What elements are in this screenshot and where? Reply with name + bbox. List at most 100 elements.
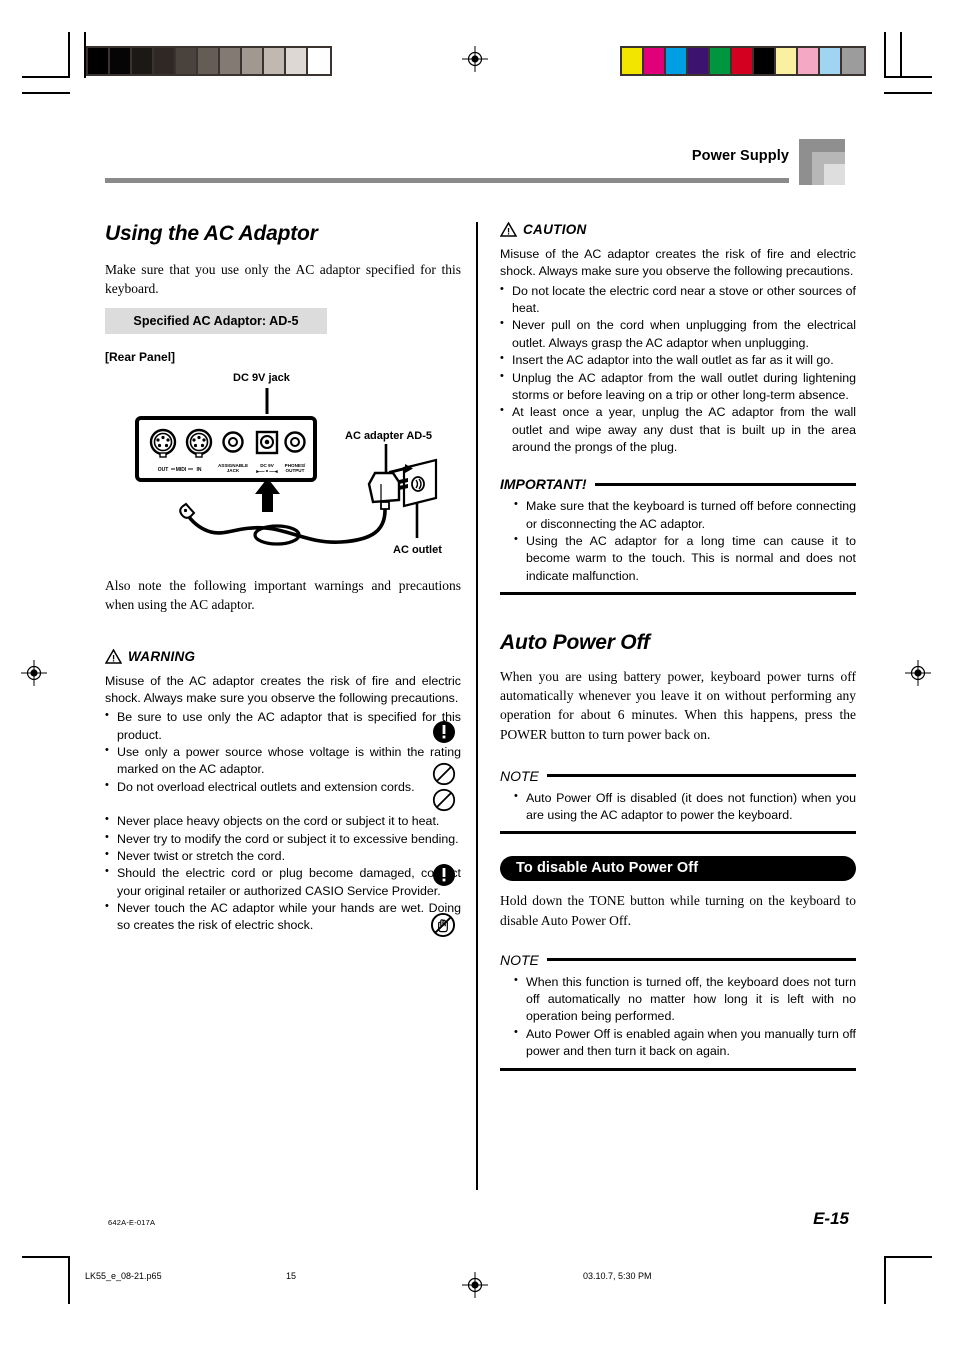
registration-mark-right xyxy=(905,660,931,686)
header-decoration xyxy=(799,139,845,185)
svg-text:OUT: OUT xyxy=(158,467,169,473)
note-rule xyxy=(546,774,856,778)
list-item: When this function is turned off, the ke… xyxy=(514,973,856,1026)
registration-mark-bottom xyxy=(462,1272,488,1298)
list-item: Use only a power source whose voltage is… xyxy=(105,743,461,779)
registration-mark-left xyxy=(21,660,47,686)
color-swatch xyxy=(110,48,132,74)
note-heading-1: NOTE xyxy=(500,768,856,784)
color-swatch xyxy=(220,48,242,74)
left-column: Using the AC Adaptor Make sure that you … xyxy=(105,222,461,935)
color-swatch xyxy=(710,48,732,74)
color-swatch xyxy=(732,48,754,74)
note-label: NOTE xyxy=(500,767,539,784)
list-item: Never try to modify the cord or subject … xyxy=(105,829,461,848)
auto-power-off-body: When you are using battery power, keyboa… xyxy=(500,669,856,742)
important-list: Make sure that the keyboard is turned of… xyxy=(500,497,856,585)
important-rule xyxy=(594,482,856,486)
list-item: Never touch the AC adaptor while your ha… xyxy=(105,899,461,935)
note-label: NOTE xyxy=(500,951,539,968)
crop-mark-top-right-h2 xyxy=(884,92,932,94)
disable-body: Hold down the TONE button while turning … xyxy=(500,893,856,928)
section-title-auto-power-off: Auto Power Off xyxy=(500,631,650,655)
list-item: Make sure that the keyboard is turned of… xyxy=(514,497,856,533)
caution-list: Do not locate the electric cord near a s… xyxy=(500,282,856,457)
prohibition-icon xyxy=(432,762,456,786)
column-divider xyxy=(476,222,478,1190)
crop-mark-bottom-right-v xyxy=(884,1258,886,1304)
color-swatch xyxy=(88,48,110,74)
crop-mark-top-right-v2 xyxy=(900,32,902,78)
list-item: Do not overload electrical outlets and e… xyxy=(105,778,461,796)
svg-text:DC 9V: DC 9V xyxy=(260,463,274,468)
mandatory-action-icon xyxy=(432,863,456,887)
color-swatch xyxy=(776,48,798,74)
warning-label: WARNING xyxy=(128,648,196,664)
list-item: Auto Power Off is disabled (it does not … xyxy=(514,789,856,825)
caution-label: CAUTION xyxy=(523,222,587,237)
warning-triangle-icon xyxy=(105,648,122,664)
prohibition-icon xyxy=(432,788,456,812)
list-item: Using the AC adaptor for a long time can… xyxy=(514,532,856,585)
color-swatch xyxy=(132,48,154,74)
list-item: Never twist or stretch the cord. xyxy=(105,847,461,865)
important-heading: IMPORTANT! xyxy=(500,476,856,492)
registration-mark-top xyxy=(462,46,488,72)
note-heading-2: NOTE xyxy=(500,952,856,968)
warning-list: Be sure to use only the AC adaptor that … xyxy=(105,708,461,935)
color-swatch xyxy=(176,48,198,74)
caution-triangle-icon xyxy=(500,222,517,237)
intro-paragraph: Make sure that you use only the AC adapt… xyxy=(105,262,461,297)
crop-mark-top-right-v xyxy=(884,32,886,78)
color-swatch xyxy=(242,48,264,74)
svg-text:JACK: JACK xyxy=(227,468,240,473)
color-swatch xyxy=(198,48,220,74)
note-list-1: Auto Power Off is disabled (it does not … xyxy=(500,789,856,825)
color-swatch xyxy=(264,48,286,74)
page-title: Power Supply xyxy=(691,148,789,164)
also-note-paragraph: Also note the following important warnin… xyxy=(105,578,461,613)
color-swatch xyxy=(820,48,842,74)
pdf-source-timestamp: 03.10.7, 5:30 PM xyxy=(583,1271,652,1281)
specified-adaptor-box: Specified AC Adaptor: AD-5 xyxy=(105,308,327,335)
list-item: Do not locate the electric cord near a s… xyxy=(500,282,856,318)
color-swatch xyxy=(842,48,864,74)
pill-heading-disable-auto-power-off: To disable Auto Power Off xyxy=(500,856,856,882)
important-label: IMPORTANT! xyxy=(500,476,587,493)
color-swatch xyxy=(154,48,176,74)
list-item: Auto Power Off is enabled again when you… xyxy=(514,1025,856,1061)
document-code: 642A-E-017A xyxy=(108,1218,156,1227)
warning-heading: WARNING xyxy=(105,648,461,664)
note-bottom-rule-2 xyxy=(500,1067,856,1071)
no-wet-hands-icon xyxy=(430,912,456,938)
svg-text:▸—⚬—◂: ▸—⚬—◂ xyxy=(255,469,278,475)
svg-text:IN: IN xyxy=(197,467,202,473)
grayscale-calibration-bar xyxy=(86,46,332,76)
caution-heading: CAUTION xyxy=(500,222,856,237)
note-list-2: When this function is turned off, the ke… xyxy=(500,973,856,1061)
list-item: At least once a year, unplug the AC adap… xyxy=(500,403,856,456)
mandatory-action-icon xyxy=(432,720,456,744)
color-swatch xyxy=(688,48,710,74)
list-item: Unplug the AC adaptor from the wall outl… xyxy=(500,369,856,405)
crop-mark-top-left-v xyxy=(68,32,70,78)
header-rule xyxy=(105,178,789,183)
crop-mark-bottom-left-v xyxy=(68,1258,70,1304)
list-item: Insert the AC adaptor into the wall outl… xyxy=(500,351,856,369)
list-item: Never place heavy objects on the cord or… xyxy=(105,812,461,830)
color-swatch xyxy=(754,48,776,74)
crop-mark-top-left-h2 xyxy=(22,92,70,94)
list-item: Never pull on the cord when unplugging f… xyxy=(500,316,856,352)
color-swatch xyxy=(286,48,308,74)
color-swatch xyxy=(308,48,330,74)
color-swatch xyxy=(798,48,820,74)
page-header: Power Supply xyxy=(105,148,789,170)
crop-mark-bottom-left-h xyxy=(22,1256,70,1258)
color-calibration-bar xyxy=(620,46,866,76)
color-swatch xyxy=(622,48,644,74)
svg-text:OUTPUT: OUTPUT xyxy=(286,468,305,473)
crop-mark-top-right-h xyxy=(884,76,932,78)
crop-mark-top-left-h xyxy=(22,76,70,78)
warning-body: Misuse of the AC adaptor creates the ris… xyxy=(105,673,461,705)
list-item: Should the electric cord or plug become … xyxy=(105,864,461,900)
